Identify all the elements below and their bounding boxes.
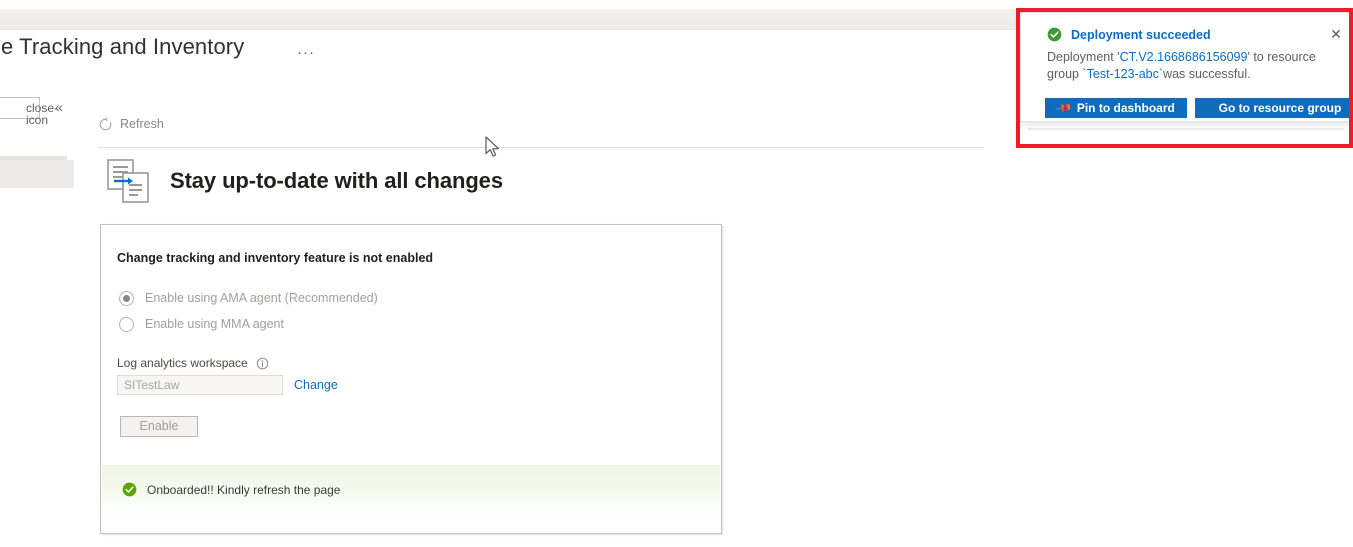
pin-icon: 📌 [1054, 99, 1073, 118]
workspace-label: Log analytics workspace [117, 356, 248, 370]
success-check-icon [122, 482, 137, 497]
workspace-input[interactable]: SITestLaw [117, 375, 283, 395]
radio-selected-icon [119, 290, 134, 306]
card-heading: Change tracking and inventory feature is… [117, 251, 434, 265]
onboarded-status-banner: Onboarded!! Kindly refresh the page [102, 465, 720, 516]
go-to-resource-group-button[interactable]: Go to resource group [1195, 98, 1353, 118]
success-check-icon [1047, 27, 1062, 42]
radio-label: Enable using AMA agent (Recommended) [145, 291, 378, 305]
collapse-chevron-icon[interactable]: « [55, 100, 63, 114]
info-icon[interactable] [256, 357, 269, 370]
hero-section: Stay up-to-date with all changes [104, 157, 503, 205]
notification-body-suffix: was successful. [1163, 67, 1251, 81]
deployment-name: CT.V2.1668686156099 [1119, 50, 1248, 64]
page-more-menu-button[interactable]: ··· [297, 44, 315, 61]
workspace-label-row: Log analytics workspace [117, 356, 269, 370]
sidebar-item-selected[interactable] [0, 156, 74, 188]
notification-title: Deployment succeeded [1071, 27, 1211, 42]
notification-body-prefix: Deployment ' [1047, 50, 1120, 64]
pin-to-dashboard-button[interactable]: 📌 Pin to dashboard [1045, 98, 1187, 118]
deployment-notification-panel: Deployment succeeded ✕ Deployment 'CT.V2… [1020, 12, 1353, 122]
radio-enable-mma-agent[interactable]: Enable using MMA agent [119, 315, 378, 333]
command-bar-divider [98, 147, 984, 148]
onboarding-card: Change tracking and inventory feature is… [100, 224, 722, 534]
change-tracking-icon [104, 157, 152, 205]
resource-group-name: `Test-123-abc` [1082, 67, 1164, 81]
window-top-bar [0, 0, 1353, 9]
refresh-button[interactable]: Refresh [98, 112, 164, 136]
radio-enable-ama-agent[interactable]: Enable using AMA agent (Recommended) [119, 289, 378, 307]
notification-actions: 📌 Pin to dashboard Go to resource group [1045, 98, 1353, 118]
refresh-label: Refresh [120, 117, 164, 131]
onboarded-status-inner: Onboarded!! Kindly refresh the page [122, 482, 340, 497]
close-icon[interactable]: close-icon [26, 102, 58, 126]
change-workspace-link[interactable]: Change [294, 378, 338, 392]
radio-label: Enable using MMA agent [145, 317, 284, 331]
go-to-resource-group-label: Go to resource group [1218, 101, 1342, 115]
notification-panel-shadow [1028, 128, 1344, 131]
radio-unselected-icon [119, 316, 134, 332]
close-icon[interactable]: ✕ [1329, 27, 1343, 41]
notification-header: Deployment succeeded [1047, 27, 1211, 42]
notification-body: Deployment 'CT.V2.1668686156099' to reso… [1047, 49, 1343, 83]
hero-title: Stay up-to-date with all changes [170, 168, 503, 193]
onboarded-status-text: Onboarded!! Kindly refresh the page [147, 482, 341, 497]
pin-to-dashboard-label: Pin to dashboard [1076, 101, 1175, 115]
refresh-icon [98, 117, 113, 132]
page-title: ange Tracking and Inventory [0, 34, 245, 59]
agent-radio-group: Enable using AMA agent (Recommended) Ena… [119, 289, 378, 333]
enable-button[interactable]: Enable [120, 416, 198, 437]
